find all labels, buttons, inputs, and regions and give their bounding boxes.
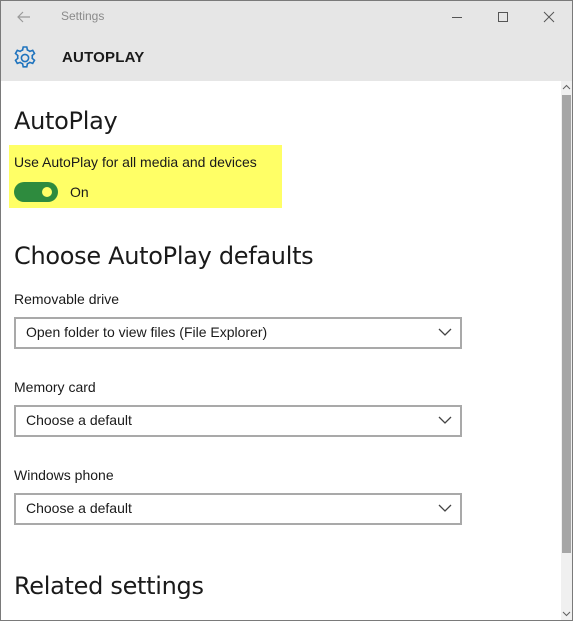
scroll-down-icon[interactable]: [562, 609, 571, 618]
back-button[interactable]: [1, 1, 47, 33]
chevron-down-icon: [438, 504, 452, 512]
related-settings-heading: Related settings: [14, 572, 204, 600]
settings-window: Settings AUTOPLAY AutoPlay Use AutoPlay …: [0, 0, 573, 621]
maximize-button[interactable]: [480, 1, 526, 33]
windows-phone-dropdown[interactable]: Choose a default: [14, 493, 462, 525]
scroll-up-icon[interactable]: [562, 83, 571, 92]
content-area: AutoPlay Use AutoPlay for all media and …: [1, 81, 561, 620]
minimize-icon: [452, 17, 462, 18]
autoplay-toggle-state: On: [70, 184, 89, 200]
windows-phone-label: Windows phone: [14, 467, 114, 483]
back-arrow-icon: [17, 11, 30, 23]
memory-card-value: Choose a default: [26, 412, 132, 428]
toggle-knob: [42, 187, 52, 197]
chevron-down-icon: [438, 328, 452, 336]
maximize-icon: [498, 12, 508, 22]
page-title: AUTOPLAY: [62, 49, 145, 66]
vertical-scrollbar[interactable]: [561, 81, 572, 620]
page-header: AUTOPLAY: [1, 33, 572, 81]
close-button[interactable]: [526, 1, 572, 33]
title-bar: Settings: [1, 1, 572, 33]
autoplay-heading: AutoPlay: [14, 107, 118, 135]
autoplay-toggle-label: Use AutoPlay for all media and devices: [14, 154, 257, 170]
close-icon: [543, 11, 555, 23]
memory-card-dropdown[interactable]: Choose a default: [14, 405, 462, 437]
windows-phone-value: Choose a default: [26, 500, 132, 516]
autoplay-toggle[interactable]: [14, 182, 58, 202]
removable-drive-value: Open folder to view files (File Explorer…: [26, 324, 268, 340]
defaults-heading: Choose AutoPlay defaults: [14, 242, 314, 270]
gear-icon: [14, 46, 36, 68]
chevron-down-icon: [438, 416, 452, 424]
removable-drive-label: Removable drive: [14, 291, 120, 307]
memory-card-label: Memory card: [14, 379, 96, 395]
scrollbar-thumb[interactable]: [562, 95, 571, 553]
removable-drive-dropdown[interactable]: Open folder to view files (File Explorer…: [14, 317, 462, 349]
window-title: Settings: [61, 9, 105, 23]
minimize-button[interactable]: [434, 1, 480, 33]
